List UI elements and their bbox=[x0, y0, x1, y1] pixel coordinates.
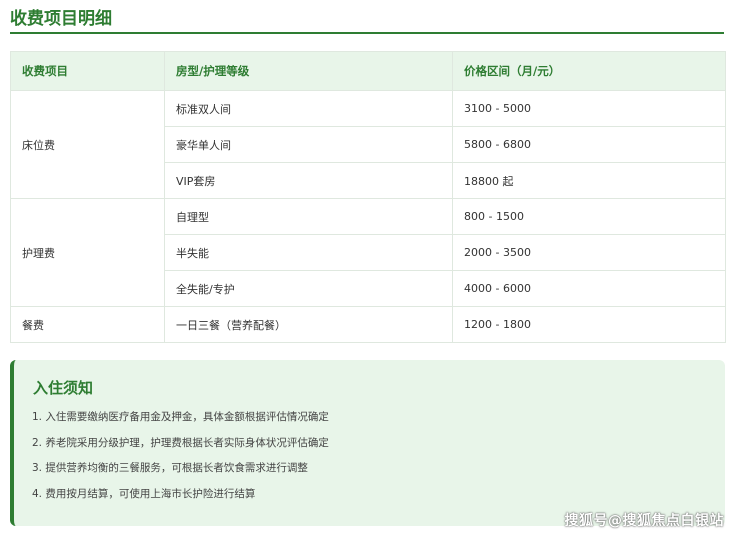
notice-list: 1. 入住需要缴纳医疗备用金及押金，具体金额根据评估情况确定 2. 养老院采用分… bbox=[32, 410, 329, 512]
column-header: 收费项目 bbox=[10, 51, 165, 91]
item-cell: 半失能 bbox=[164, 234, 453, 271]
price-cell: 3100 - 5000 bbox=[452, 90, 726, 127]
price-cell: 2000 - 3500 bbox=[452, 234, 726, 271]
fee-table: 收费项目 房型/护理等级 价格区间（月/元） 床位费 标准双人间 3100 - … bbox=[10, 51, 726, 343]
category-cell: 护理费 bbox=[10, 198, 165, 307]
item-cell: VIP套房 bbox=[164, 162, 453, 199]
list-item: 3. 提供营养均衡的三餐服务，可根据长者饮食需求进行调整 bbox=[32, 462, 308, 474]
column-header: 房型/护理等级 bbox=[164, 51, 453, 91]
price-cell: 18800 起 bbox=[452, 162, 726, 199]
table-row: 护理费 自理型 800 - 1500 bbox=[10, 198, 726, 307]
price-cell: 800 - 1500 bbox=[452, 198, 726, 235]
list-item: 4. 费用按月结算，可使用上海市长护险进行结算 bbox=[32, 487, 256, 500]
item-cell: 标准双人间 bbox=[164, 90, 453, 127]
item-cell: 自理型 bbox=[164, 198, 453, 235]
item-cell: 一日三餐（营养配餐） bbox=[164, 306, 453, 343]
list-item: 1. 入住需要缴纳医疗备用金及押金，具体金额根据评估情况确定 bbox=[32, 411, 329, 423]
price-cell: 1200 - 1800 bbox=[452, 306, 726, 343]
table-row: 餐费 一日三餐（营养配餐） 1200 - 1800 bbox=[10, 306, 726, 343]
price-cell: 5800 - 6800 bbox=[452, 126, 726, 163]
item-cell: 全失能/专护 bbox=[164, 270, 453, 307]
column-header: 价格区间（月/元） bbox=[452, 51, 726, 91]
watermark: 搜狐号@搜狐焦点白银站 bbox=[564, 513, 724, 529]
price-cell: 4000 - 6000 bbox=[452, 270, 726, 307]
notice-panel: 入住须知 1. 入住需要缴纳医疗备用金及押金，具体金额根据评估情况确定 2. 养… bbox=[10, 360, 725, 526]
list-item: 2. 养老院采用分级护理，护理费根据长者实际身体状况评估确定 bbox=[32, 436, 329, 449]
page-title: 收费项目明细 bbox=[10, 9, 112, 29]
item-cell: 豪华单人间 bbox=[164, 126, 453, 163]
category-cell: 餐费 bbox=[10, 306, 165, 343]
title-divider bbox=[10, 32, 724, 34]
category-cell: 床位费 bbox=[10, 90, 165, 199]
notice-title: 入住须知 bbox=[33, 379, 94, 397]
table-row: 床位费 标准双人间 3100 - 5000 bbox=[10, 90, 726, 199]
table-header-row: 收费项目 房型/护理等级 价格区间（月/元） bbox=[10, 51, 726, 91]
